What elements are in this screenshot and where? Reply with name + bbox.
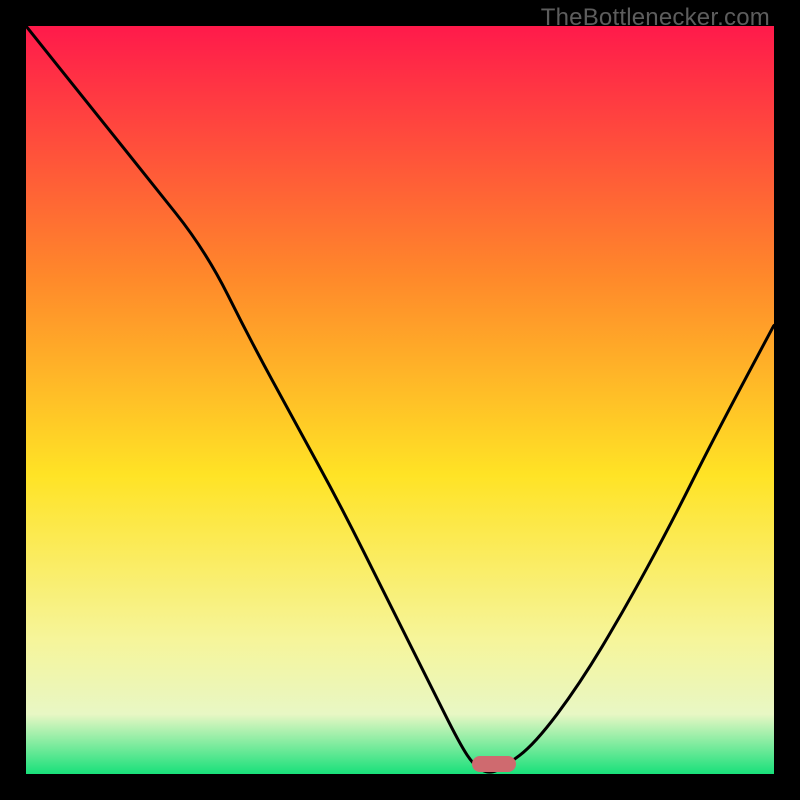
chart-frame: TheBottlenecker.com [0,0,800,800]
plot-area [26,26,774,774]
bottleneck-curve [26,26,774,774]
curve-path [26,26,774,772]
optimal-marker [472,756,516,772]
